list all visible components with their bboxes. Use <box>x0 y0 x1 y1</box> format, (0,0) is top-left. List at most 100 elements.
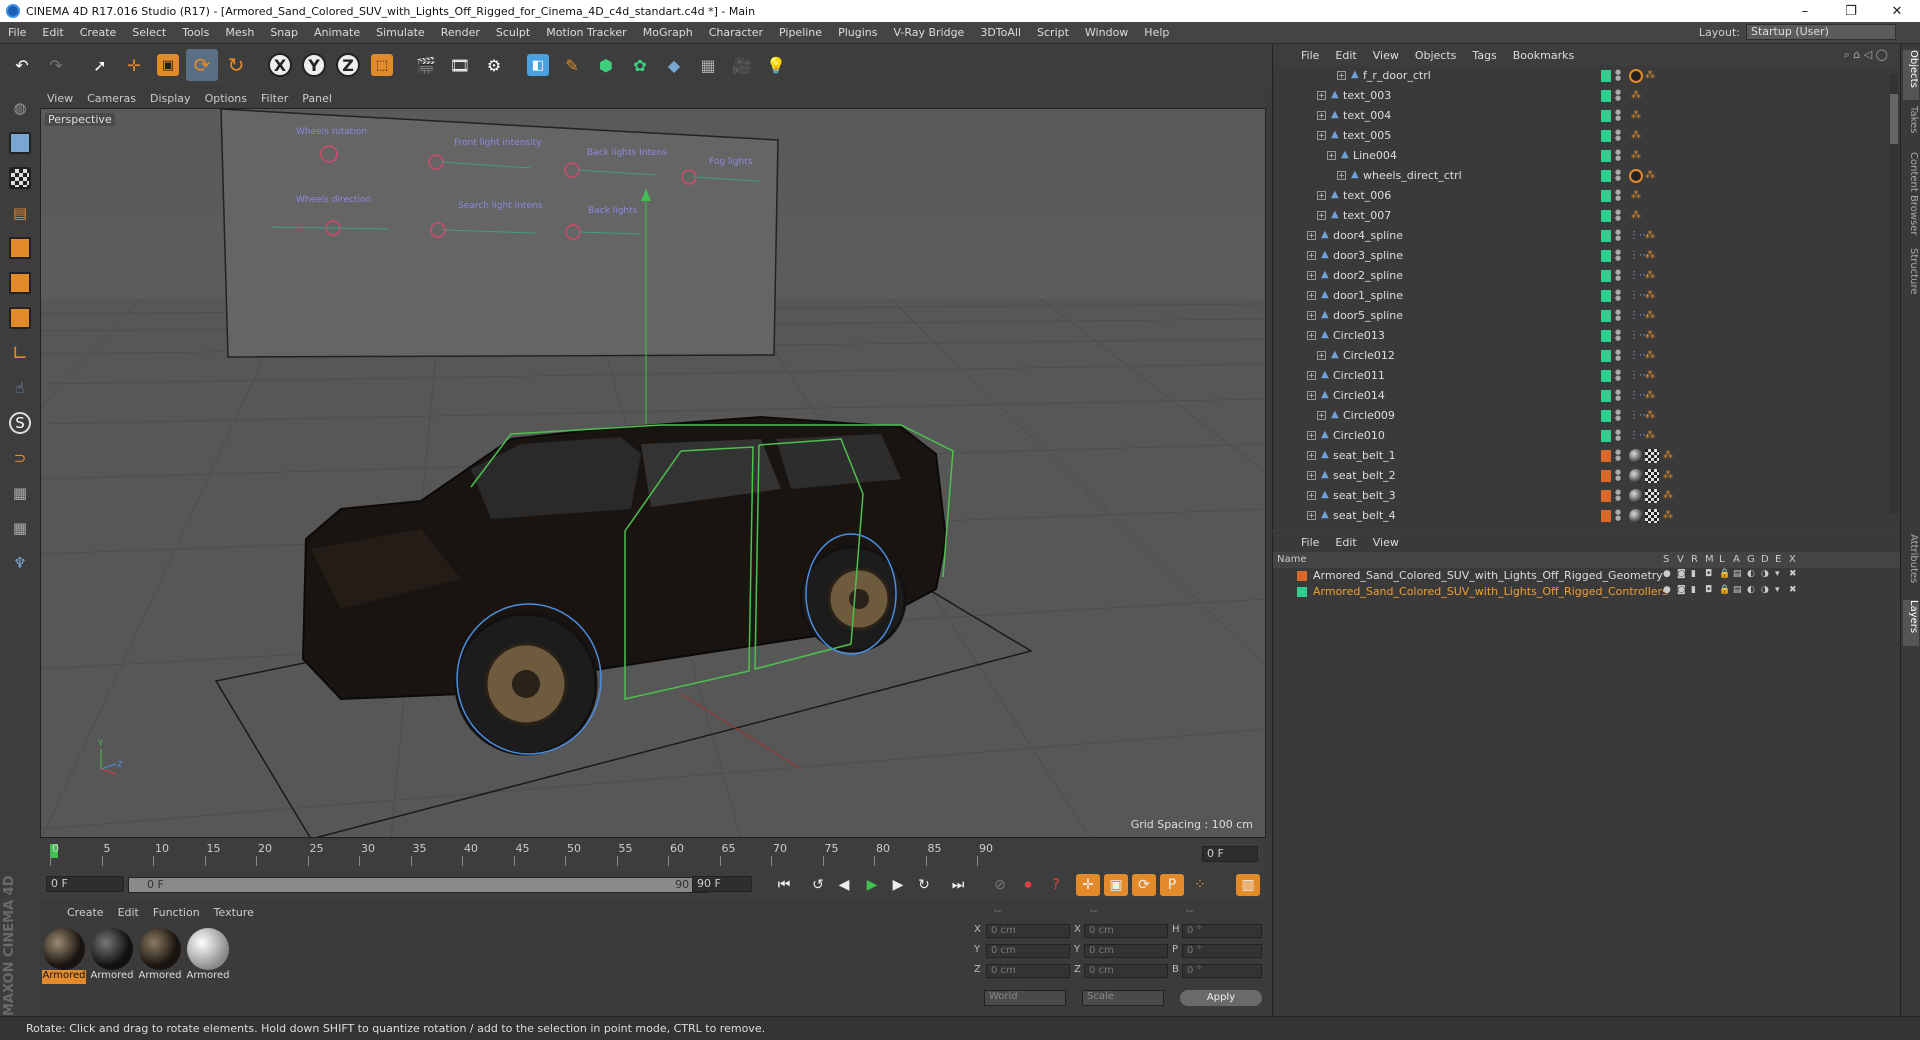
rotate-tool-icon[interactable]: ⟳ <box>186 49 218 81</box>
xpresso-tag-icon[interactable]: ⁂ <box>1645 330 1657 342</box>
visibility-dots-icon[interactable]: ● ● <box>1615 409 1621 423</box>
object-name[interactable]: Circle012 <box>1343 349 1395 362</box>
material-menu-texture[interactable]: Texture <box>207 906 261 919</box>
visibility-dots-icon[interactable]: ● ● <box>1615 329 1621 343</box>
object-menu-view[interactable]: View <box>1365 49 1407 62</box>
visibility-dots-icon[interactable]: ● ● <box>1615 429 1621 443</box>
xpresso-tag-icon[interactable]: ⁂ <box>1645 250 1657 262</box>
xpresso-tag-icon[interactable]: ⁂ <box>1645 430 1657 442</box>
object-row[interactable]: + ▲ Circle014 ● ● ⋮⋯ ⁂ <box>1273 386 1885 406</box>
expand-toggle-icon[interactable]: + <box>1307 251 1316 260</box>
object-menu-bookmarks[interactable]: Bookmarks <box>1505 49 1582 62</box>
material-tag-icon[interactable] <box>1629 489 1643 503</box>
spline-tag-icon[interactable]: ⋮⋯ <box>1629 370 1649 382</box>
scale-dropdown[interactable]: Scale <box>1082 990 1164 1006</box>
uvw-tag-icon[interactable] <box>1645 469 1659 483</box>
rotation-b-field[interactable]: 0 ° <box>1182 964 1262 978</box>
expand-toggle-icon[interactable]: + <box>1317 351 1326 360</box>
layer-flag-icon[interactable]: ◐ <box>1747 585 1757 595</box>
object-name[interactable]: text_005 <box>1343 129 1391 142</box>
visibility-dots-icon[interactable]: ● ● <box>1615 109 1621 123</box>
layer-flag-icon[interactable]: ▤ <box>1733 585 1743 595</box>
coordinate-system-icon[interactable]: ⬚ <box>366 49 398 81</box>
expand-toggle-icon[interactable]: + <box>1307 431 1316 440</box>
object-row[interactable]: + ▲ wheels_direct_ctrl ● ● ⁂ <box>1273 166 1885 186</box>
object-name[interactable]: door2_spline <box>1333 269 1403 282</box>
object-row[interactable]: + ▲ seat_belt_3 ● ● ⁂ <box>1273 486 1885 506</box>
visibility-dots-icon[interactable]: ● ● <box>1615 309 1621 323</box>
axis-mode-icon[interactable]: ∟ <box>4 337 36 369</box>
layer-row[interactable]: Armored_Sand_Colored_SUV_with_Lights_Off… <box>1273 568 1901 584</box>
material-menu-function[interactable]: Function <box>146 906 207 919</box>
viewport-menu-options[interactable]: Options <box>198 92 254 105</box>
layer-column-header[interactable]: S <box>1663 554 1669 565</box>
snap-icon[interactable]: S <box>4 407 36 439</box>
layer-flag-icon[interactable]: ◐ <box>1747 569 1757 579</box>
model-mode-icon[interactable] <box>4 127 36 159</box>
redo-icon[interactable]: ↷ <box>40 49 72 81</box>
layer-color-swatch[interactable] <box>1601 450 1611 462</box>
xpresso-tag-icon[interactable]: ⁂ <box>1631 90 1643 102</box>
edit-render-settings-icon[interactable]: ⚙ <box>478 49 510 81</box>
layer-flag-icon[interactable]: ◘ <box>1705 585 1715 595</box>
object-row[interactable]: + ▲ Circle013 ● ● ⋮⋯ ⁂ <box>1273 326 1885 346</box>
layer-column-header[interactable]: V <box>1677 554 1684 565</box>
protection-tag-icon[interactable] <box>1629 69 1643 83</box>
layer-color-swatch[interactable] <box>1297 587 1307 597</box>
layer-flag-icon[interactable]: ◑ <box>1761 585 1771 595</box>
layer-flag-icon[interactable]: ✖ <box>1789 569 1799 579</box>
layer-flag-icon[interactable]: ▾ <box>1775 569 1785 579</box>
start-frame-field[interactable]: 0 F <box>46 876 124 892</box>
object-name[interactable]: text_004 <box>1343 109 1391 122</box>
visibility-dots-icon[interactable]: ● ● <box>1615 269 1621 283</box>
layer-color-swatch[interactable] <box>1601 90 1611 102</box>
points-mode-icon[interactable] <box>4 232 36 264</box>
material-tag-icon[interactable] <box>1629 469 1643 483</box>
object-name[interactable]: Circle013 <box>1333 329 1385 342</box>
expand-toggle-icon[interactable]: + <box>1337 71 1346 80</box>
xpresso-tag-icon[interactable]: ⁂ <box>1645 290 1657 302</box>
object-name[interactable]: Circle010 <box>1333 429 1385 442</box>
menu-select[interactable]: Select <box>124 26 174 39</box>
layer-column-header[interactable]: A <box>1733 554 1740 565</box>
menu-3dtoall[interactable]: 3DToAll <box>972 26 1029 39</box>
object-name[interactable]: door5_spline <box>1333 309 1403 322</box>
xpresso-tag-icon[interactable]: ⁂ <box>1663 450 1675 462</box>
key-scale-icon[interactable]: ▣ <box>1104 874 1128 896</box>
visibility-dots-icon[interactable]: ● ● <box>1615 449 1621 463</box>
camera-icon[interactable]: 🎥 <box>726 49 758 81</box>
layer-color-swatch[interactable] <box>1601 310 1611 322</box>
object-row[interactable]: + ▲ door5_spline ● ● ⋮⋯ ⁂ <box>1273 306 1885 326</box>
tab-layers[interactable]: Layers <box>1903 600 1919 646</box>
material-swatch[interactable]: Armored <box>186 928 230 986</box>
menu-mesh[interactable]: Mesh <box>217 26 262 39</box>
object-row[interactable]: + ▲ text_005 ● ● ⁂ <box>1273 126 1885 146</box>
texture-mode-icon[interactable] <box>4 162 36 194</box>
xpresso-tag-icon[interactable]: ⁂ <box>1645 230 1657 242</box>
object-name[interactable]: text_006 <box>1343 189 1391 202</box>
key-position-icon[interactable]: ✛ <box>1076 874 1100 896</box>
go-to-start-icon[interactable]: ⏮ <box>772 874 796 896</box>
layer-flag-icon[interactable]: 🔒 <box>1719 569 1730 579</box>
spline-tag-icon[interactable]: ⋮⋯ <box>1629 350 1649 362</box>
autokeying-icon[interactable]: ⏺ <box>1016 874 1040 896</box>
tab-takes[interactable]: Takes <box>1903 106 1919 146</box>
layer-menu-file[interactable]: File <box>1293 536 1327 549</box>
layer-column-header[interactable]: E <box>1775 554 1781 565</box>
expand-toggle-icon[interactable]: + <box>1307 371 1316 380</box>
expand-toggle-icon[interactable]: + <box>1307 511 1316 520</box>
object-name[interactable]: Circle014 <box>1333 389 1385 402</box>
layer-column-header[interactable]: R <box>1691 554 1698 565</box>
layer-color-swatch[interactable] <box>1297 571 1307 581</box>
object-name[interactable]: door1_spline <box>1333 289 1403 302</box>
pen-spline-icon[interactable]: ✎ <box>556 49 588 81</box>
menu-create[interactable]: Create <box>72 26 125 39</box>
object-name[interactable]: Line004 <box>1353 149 1397 162</box>
material-swatch[interactable]: Armored <box>42 928 86 986</box>
object-name[interactable]: seat_belt_3 <box>1333 489 1396 502</box>
spline-tag-icon[interactable]: ⋮⋯ <box>1629 290 1649 302</box>
minimize-button[interactable]: – <box>1782 4 1828 19</box>
object-row[interactable]: + ▲ door2_spline ● ● ⋮⋯ ⁂ <box>1273 266 1885 286</box>
visibility-dots-icon[interactable]: ● ● <box>1615 209 1621 223</box>
object-row[interactable]: + ▲ seat_belt_1 ● ● ⁂ <box>1273 446 1885 466</box>
